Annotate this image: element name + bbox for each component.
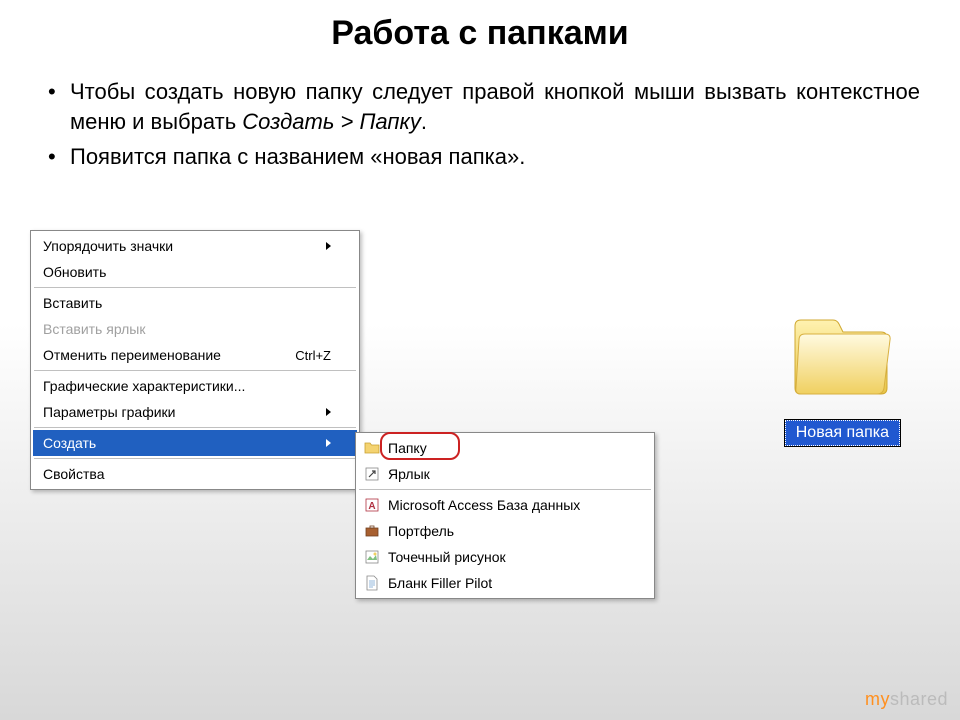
- menu-item-properties[interactable]: Свойства: [33, 461, 357, 487]
- access-icon: A: [364, 497, 380, 513]
- create-submenu: Папку Ярлык A Microsoft Access База данн…: [355, 432, 655, 599]
- submenu-label: Ярлык: [388, 466, 430, 482]
- menu-item-refresh[interactable]: Обновить: [33, 259, 357, 285]
- submenu-label: Папку: [388, 440, 427, 456]
- new-folder-preview: Новая папка: [785, 312, 900, 446]
- bullet-1-text-italic: Создать > Папку: [242, 109, 421, 134]
- context-menu: Упорядочить значки Обновить Вставить Вст…: [30, 230, 360, 490]
- submenu-label: Бланк Filler Pilot: [388, 575, 492, 591]
- watermark: myshared: [865, 689, 948, 710]
- submenu-item-filler-pilot[interactable]: Бланк Filler Pilot: [358, 570, 652, 596]
- submenu-arrow-icon: [326, 242, 331, 250]
- menu-label: Параметры графики: [43, 404, 175, 420]
- bitmap-icon: [364, 549, 380, 565]
- submenu-item-bitmap[interactable]: Точечный рисунок: [358, 544, 652, 570]
- menu-separator: [359, 489, 651, 490]
- menu-item-paste[interactable]: Вставить: [33, 290, 357, 316]
- submenu-item-access[interactable]: A Microsoft Access База данных: [358, 492, 652, 518]
- submenu-item-briefcase[interactable]: Портфель: [358, 518, 652, 544]
- submenu-label: Портфель: [388, 523, 454, 539]
- menu-label: Графические характеристики...: [43, 378, 245, 394]
- menu-separator: [34, 370, 356, 371]
- submenu-label: Точечный рисунок: [388, 549, 506, 565]
- briefcase-icon: [364, 523, 380, 539]
- submenu-label: Microsoft Access База данных: [388, 497, 580, 513]
- menu-item-graphics-params[interactable]: Параметры графики: [33, 399, 357, 425]
- submenu-arrow-icon: [326, 439, 331, 447]
- shortcut-icon: [364, 466, 380, 482]
- menu-label: Вставить ярлык: [43, 321, 145, 337]
- menu-label: Вставить: [43, 295, 102, 311]
- menu-label: Отменить переименование: [43, 347, 221, 363]
- watermark-suffix: shared: [890, 689, 948, 709]
- menu-item-create[interactable]: Создать: [33, 430, 357, 456]
- svg-text:A: A: [368, 501, 375, 512]
- submenu-arrow-icon: [326, 408, 331, 416]
- menu-separator: [34, 287, 356, 288]
- menu-item-undo-rename[interactable]: Отменить переименование Ctrl+Z: [33, 342, 357, 368]
- menu-label: Создать: [43, 435, 96, 451]
- menu-separator: [34, 427, 356, 428]
- watermark-prefix: my: [865, 689, 890, 709]
- menu-item-sort-icons[interactable]: Упорядочить значки: [33, 233, 357, 259]
- folder-icon: [364, 440, 380, 456]
- document-icon: [364, 575, 380, 591]
- menu-separator: [34, 458, 356, 459]
- slide-title: Работа с папками: [0, 0, 960, 53]
- submenu-item-folder[interactable]: Папку: [358, 435, 652, 461]
- new-folder-label[interactable]: Новая папка: [785, 420, 900, 446]
- folder-large-icon: [787, 312, 897, 402]
- bullet-1-text-post: .: [421, 109, 427, 134]
- bullet-2: Появится папка с названием «новая папка»…: [40, 142, 920, 172]
- menu-item-paste-shortcut: Вставить ярлык: [33, 316, 357, 342]
- submenu-item-shortcut[interactable]: Ярлык: [358, 461, 652, 487]
- slide-body-text: Чтобы создать новую папку следует правой…: [40, 77, 920, 172]
- menu-label: Свойства: [43, 466, 104, 482]
- menu-item-graphics-characteristics[interactable]: Графические характеристики...: [33, 373, 357, 399]
- bullet-1-text-pre: Чтобы создать новую папку следует правой…: [70, 79, 920, 134]
- menu-label: Упорядочить значки: [43, 238, 173, 254]
- menu-label: Обновить: [43, 264, 106, 280]
- menu-shortcut: Ctrl+Z: [295, 348, 331, 363]
- bullet-1: Чтобы создать новую папку следует правой…: [40, 77, 920, 136]
